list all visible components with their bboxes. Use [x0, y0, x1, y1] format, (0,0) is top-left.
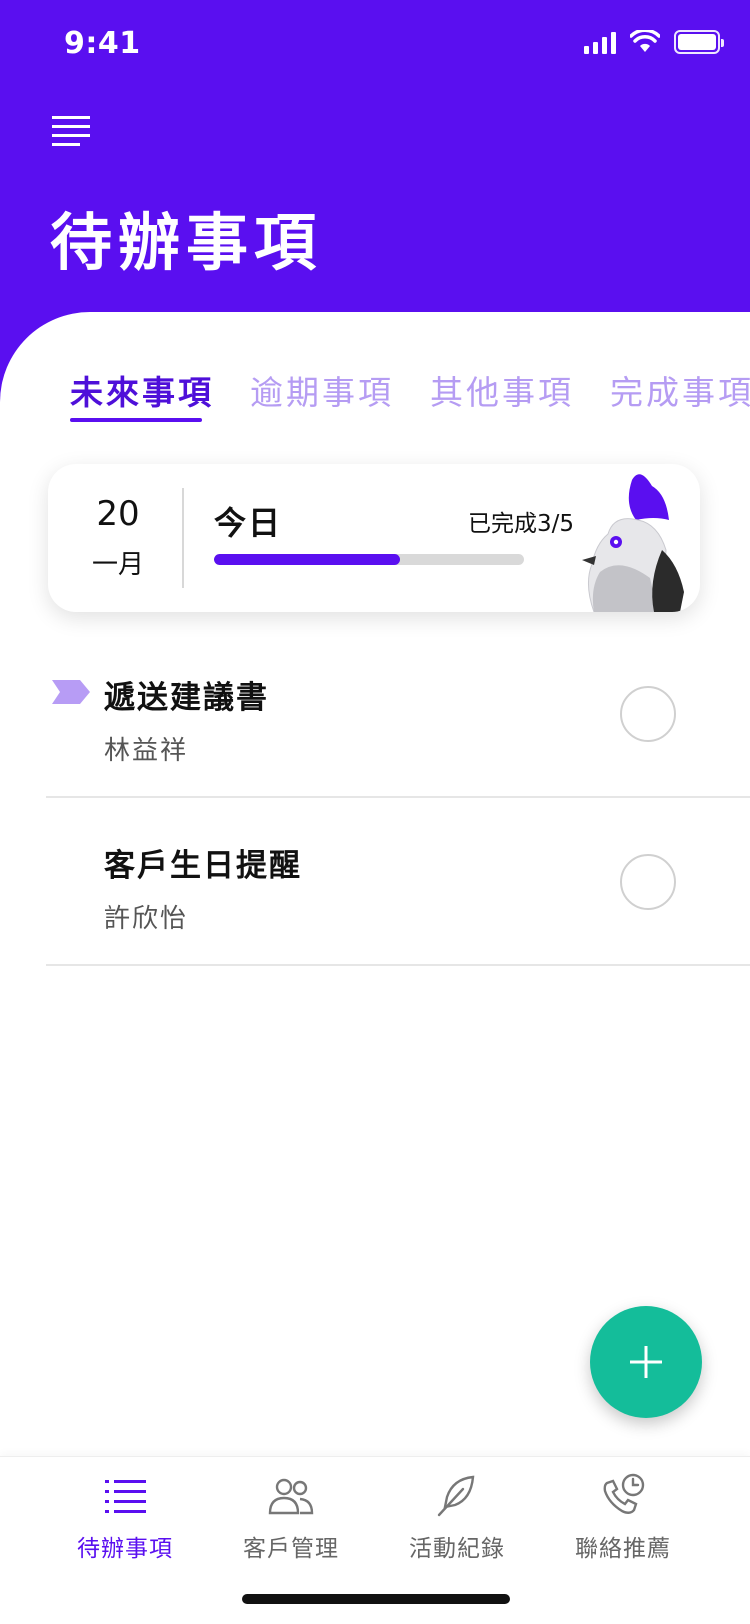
nav-label-customers: 客戶管理	[243, 1536, 339, 1562]
nav-label-activity: 活動紀錄	[409, 1536, 505, 1562]
task-complete-checkbox[interactable]	[620, 686, 676, 742]
tab-other[interactable]: 其他事項	[430, 366, 574, 414]
task-title: 遞送建議書	[104, 680, 269, 716]
page-title: 待辦事項	[50, 206, 323, 279]
task-list: 遞送建議書 林益祥 客戶生日提醒 許欣怡	[46, 630, 750, 966]
task-title: 客戶生日提醒	[104, 848, 302, 884]
tab-upcoming[interactable]: 未來事項	[70, 366, 214, 414]
today-summary-card: 20 一月 今日 已完成3/5	[48, 464, 700, 612]
plus-icon	[630, 1346, 662, 1378]
nav-label-todo: 待辦事項	[77, 1536, 173, 1562]
status-icons	[584, 30, 724, 54]
task-row[interactable]: 遞送建議書 林益祥	[46, 630, 750, 798]
progress-bar	[214, 554, 524, 565]
card-divider	[182, 488, 184, 588]
task-complete-checkbox[interactable]	[620, 854, 676, 910]
nav-item-todo[interactable]: 待辦事項	[42, 1471, 208, 1571]
cellular-signal-icon	[584, 30, 616, 54]
tab-completed[interactable]: 完成事項	[610, 366, 750, 414]
home-indicator	[242, 1594, 510, 1604]
active-tab-indicator	[70, 418, 202, 422]
date-month: 一月	[91, 550, 144, 580]
todo-list-icon	[105, 1480, 146, 1513]
bird-mascot-illustration	[582, 474, 684, 612]
progress-bar-fill	[214, 554, 400, 565]
task-row[interactable]: 客戶生日提醒 許欣怡	[46, 798, 750, 966]
battery-icon	[674, 30, 724, 54]
nav-item-referral[interactable]: 聯絡推薦	[540, 1471, 706, 1571]
menu-button[interactable]	[52, 115, 92, 147]
task-contact: 許欣怡	[104, 904, 189, 934]
nav-item-activity[interactable]: 活動紀錄	[374, 1471, 540, 1571]
feather-pen-icon	[437, 1475, 475, 1517]
date-day: 20	[96, 494, 140, 534]
tab-bar: 未來事項 逾期事項 其他事項 完成事項	[70, 366, 750, 424]
wifi-icon	[630, 30, 660, 52]
today-label: 今日	[214, 504, 283, 542]
nav-label-referral: 聯絡推薦	[575, 1536, 671, 1562]
completed-count: 已完成3/5	[467, 511, 574, 537]
task-contact: 林益祥	[104, 736, 189, 766]
priority-flag-icon	[52, 680, 90, 704]
menu-icon	[52, 116, 90, 146]
phone-clock-icon	[603, 1473, 645, 1514]
customers-icon	[268, 1478, 314, 1515]
tab-overdue[interactable]: 逾期事項	[250, 366, 394, 414]
status-time: 9:41	[64, 26, 141, 61]
add-task-button[interactable]	[590, 1306, 702, 1418]
status-bar: 9:41	[0, 0, 750, 90]
nav-item-customers[interactable]: 客戶管理	[208, 1471, 374, 1571]
